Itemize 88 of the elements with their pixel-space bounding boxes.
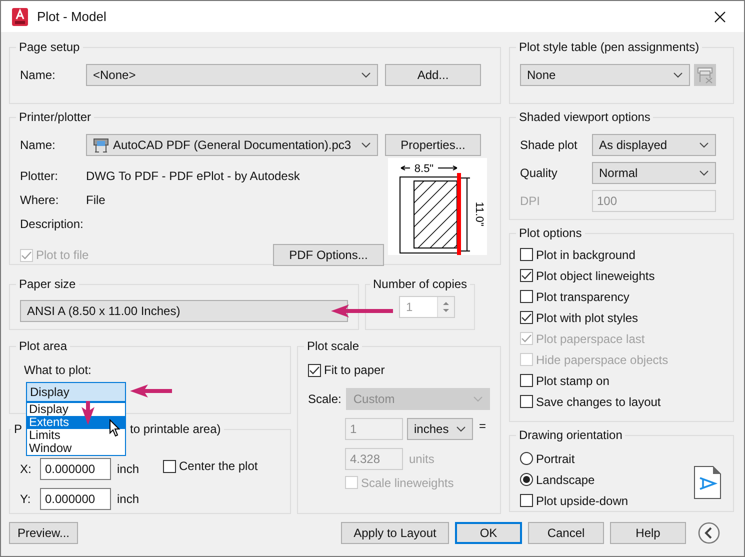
- chevron-icon: [473, 396, 483, 402]
- option-select[interactable]: As displayed: [592, 134, 716, 156]
- pointer-arrow: [128, 384, 172, 398]
- chevron-icon: [699, 170, 709, 176]
- field-label: What to plot:: [24, 363, 92, 377]
- what-to-plot-select[interactable]: Display: [26, 382, 126, 402]
- group-title: Number of copies: [372, 277, 468, 291]
- group-title: Printer/plotter: [18, 110, 92, 124]
- center-plot-checkbox[interactable]: Center the plot: [163, 459, 258, 473]
- dimension-label: 8.5": [414, 163, 434, 175]
- cursor-icon: [109, 419, 121, 437]
- check-icon: [309, 366, 320, 374]
- unit-label: inch: [117, 462, 140, 476]
- option-checkbox[interactable]: Plot stamp on: [520, 370, 723, 391]
- check-icon: [521, 313, 532, 322]
- upside-down-checkbox[interactable]: Plot upside-down: [520, 490, 628, 511]
- unit-select[interactable]: inches: [407, 418, 473, 440]
- paper-size-select[interactable]: ANSI A (8.50 x 11.00 Inches): [20, 300, 348, 322]
- landscape-page-icon: [694, 466, 721, 499]
- equals-sign: =: [479, 418, 486, 432]
- check-icon: [521, 271, 532, 280]
- group-title: Plot area: [18, 339, 68, 353]
- field-label: Shade plot: [520, 138, 578, 152]
- width-dimension-arrow: [400, 166, 458, 170]
- group-title: Page setup: [18, 40, 81, 54]
- info-label: Description:: [20, 217, 84, 231]
- field-label: X:: [20, 462, 32, 476]
- info-value: File: [86, 193, 106, 207]
- option-checkbox[interactable]: Plot with plot styles: [520, 307, 723, 328]
- pointer-arrow: [81, 401, 95, 425]
- field-label: Scale:: [308, 392, 342, 406]
- group-title: to printable area): [130, 422, 221, 436]
- check-icon: [21, 250, 32, 260]
- option-checkbox[interactable]: Save changes to layout: [520, 391, 723, 412]
- plotter-icon: [93, 138, 109, 152]
- dialog-button[interactable]: Apply to Layout: [341, 522, 449, 544]
- dialog-button[interactable]: Preview...: [9, 522, 78, 544]
- chevron-icon: [361, 142, 371, 148]
- chevron-icon: [361, 72, 371, 78]
- dropdown-option[interactable]: Display: [27, 403, 125, 416]
- unit-label: inch: [117, 492, 140, 506]
- group-title: Plot style table (pen assignments): [518, 40, 700, 54]
- chevron-icon: [673, 72, 683, 78]
- dialog-button[interactable]: OK: [455, 522, 522, 544]
- info-value: DWG To PDF - PDF ePlot - by Autodesk: [86, 169, 300, 183]
- offset-input[interactable]: 0.000000: [40, 458, 111, 480]
- orientation-radio[interactable]: Landscape: [520, 469, 628, 490]
- option-checkbox[interactable]: Plot transparency: [520, 286, 723, 307]
- window-title: Plot - Model: [37, 9, 106, 24]
- group-title: Plot scale: [306, 339, 360, 353]
- dialog-button[interactable]: Cancel: [528, 522, 604, 544]
- group-title: P: [14, 422, 22, 436]
- collapse-icon[interactable]: [698, 522, 720, 544]
- field-label: Quality: [520, 166, 558, 180]
- group-title: Plot options: [518, 226, 583, 240]
- dropdown-option[interactable]: Extents: [27, 416, 125, 429]
- properties-button[interactable]: Properties...: [385, 134, 481, 156]
- option-checkbox[interactable]: Plot object lineweights: [520, 265, 723, 286]
- chevron-icon: [699, 142, 709, 148]
- field-label: DPI: [520, 194, 542, 208]
- dropdown-option[interactable]: Window: [27, 442, 125, 455]
- page-setup-select[interactable]: <None>: [86, 64, 378, 86]
- field-label: Y:: [20, 492, 32, 506]
- option-checkbox[interactable]: Plot in background: [520, 244, 723, 265]
- close-icon[interactable]: [714, 10, 726, 22]
- info-label: Plotter:: [20, 169, 60, 183]
- unit-label: units: [409, 452, 434, 466]
- printer-select[interactable]: AutoCAD PDF (General Documentation).pc3: [86, 134, 378, 156]
- field-label: Name:: [20, 138, 56, 152]
- add-button[interactable]: Add...: [385, 64, 481, 86]
- orientation-radio[interactable]: Portrait: [520, 448, 628, 469]
- check-icon: [521, 334, 532, 343]
- option-select[interactable]: Normal: [592, 162, 716, 184]
- pointer-arrow: [329, 304, 393, 318]
- fit-to-paper-checkbox[interactable]: Fit to paper: [308, 363, 385, 377]
- group-title: Shaded viewport options: [518, 110, 652, 124]
- dropdown-option[interactable]: Limits: [27, 429, 125, 442]
- info-label: Where:: [20, 193, 60, 207]
- group-title: Drawing orientation: [518, 428, 624, 442]
- dialog-button[interactable]: Help: [610, 522, 686, 544]
- chevron-icon: [456, 426, 466, 432]
- pdf-options-button[interactable]: PDF Options...: [273, 244, 384, 266]
- plot-style-select[interactable]: None: [520, 64, 690, 86]
- offset-input[interactable]: 0.000000: [40, 488, 111, 510]
- dimension-label: 11.0": [473, 202, 485, 226]
- field-label: Name:: [20, 68, 56, 82]
- group-title: Paper size: [18, 277, 77, 291]
- app-logo-icon: [11, 6, 29, 26]
